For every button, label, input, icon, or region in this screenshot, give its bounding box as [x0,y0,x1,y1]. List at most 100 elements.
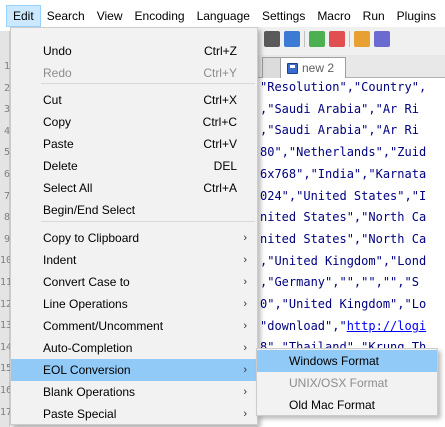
menu-item-label: Cut [43,93,62,107]
menu-item-label: Line Operations [43,297,128,311]
menu-plugins[interactable]: Plugins [391,6,442,26]
menu-item-label: EOL Conversion [43,363,131,377]
line-number: 14 [0,341,13,353]
submenu-item-unix-osx-format[interactable]: UNIX/OSX Format [257,372,437,394]
menu-item-indent[interactable]: Indent › [11,249,257,271]
chevron-right-icon: › [243,342,247,354]
toolbar-separator [304,31,305,47]
line-number: 16 [0,385,13,396]
wrap-icon[interactable] [374,31,390,47]
toolbar-separator [349,31,350,47]
menu-item-paste[interactable]: Paste Ctrl+V [11,133,257,155]
menu-item-begin-end-select[interactable]: Begin/End Select [11,199,257,221]
menu-run[interactable]: Run [357,6,391,26]
tab-strip: new 2 [258,55,445,78]
menu-item-line-operations[interactable]: Line Operations › [11,293,257,315]
zoom-in-icon[interactable] [309,31,325,47]
submenu-item-old-mac-format[interactable]: Old Mac Format [257,394,437,416]
code-line: 0","United Kingdom","Lo [260,297,427,311]
menu-item-label: Redo [43,66,72,80]
menu-item-shortcut: Ctrl+C [202,115,237,129]
menu-item-label: Paste [43,137,74,151]
menu-item-shortcut: Ctrl+V [203,137,237,151]
find-replace-icon[interactable] [284,31,300,47]
menu-item-redo[interactable]: Redo Ctrl+Y [11,62,257,84]
menu-item-select-all[interactable]: Select All Ctrl+A [11,177,257,199]
line-number: 12 [0,298,13,310]
menu-item-convert-case-to[interactable]: Convert Case to › [11,271,257,293]
chevron-right-icon: › [243,408,247,420]
chevron-right-icon: › [243,364,247,376]
line-number: 3 [3,104,10,116]
menu-item-label: Blank Operations [43,385,136,399]
tab-new-2[interactable]: new 2 [280,57,346,78]
line-number: 11 [0,277,13,288]
code-line: ,"Saudi Arabia","Ar Ri [260,101,419,116]
code-line: ,"United Kingdom","Lond [260,253,427,268]
menu-item-copy[interactable]: Copy Ctrl+C [11,111,257,133]
menu-item-auto-completion[interactable]: Auto-Completion › [11,337,257,359]
line-number: 7 [3,190,10,202]
zoom-out-icon[interactable] [329,31,345,47]
line-number: 13 [0,320,13,332]
menu-item-copy-to-clipboard[interactable]: Copy to Clipboard › [11,227,257,249]
sync-scroll-icon[interactable] [354,31,370,47]
menu-item-paste-special[interactable]: Paste Special › [11,403,257,425]
line-number-gutter: 123456789101112131415161718 [0,31,13,427]
code-line: 6x768","India","Karnata [260,166,427,181]
line-number: 10 [0,255,13,267]
submenu-item-label: Old Mac Format [289,398,376,412]
code-line: ,"Germany","","","","S [260,275,419,290]
menu-item-cut[interactable]: Cut Ctrl+X [11,89,257,111]
menu-item-label: Comment/Uncomment [43,319,164,333]
code-line: 80","Netherlands","Zuid [260,145,427,160]
menu-item-undo[interactable]: Undo Ctrl+Z [11,40,257,62]
menu-item-label: Copy [43,115,72,129]
menu-encoding[interactable]: Encoding [129,6,191,26]
submenu-item-windows-format[interactable]: Windows Format [257,350,437,372]
edit-menu-dropdown: Undo Ctrl+Z Redo Ctrl+Y Cut Ctrl+X Copy Ctrl+C P… [10,27,258,425]
menu-settings[interactable]: Settings [256,6,311,26]
line-number: 6 [3,169,10,180]
menu-language[interactable]: Language [191,6,256,26]
submenu-item-label: UNIX/OSX Format [289,376,388,390]
menu-edit[interactable]: Edit [6,4,41,27]
menu-search[interactable]: Search [41,6,91,26]
menu-item-delete[interactable]: Delete DEL [11,155,257,177]
menu-item-label: Convert Case to [43,275,130,289]
menu-item-label: Paste Special [43,407,117,421]
save-disk-icon [287,62,298,74]
chevron-right-icon: › [243,386,247,398]
chevron-right-icon: › [243,276,247,288]
code-line: nited States","North Ca [260,210,427,225]
menu-item-label: Delete [43,159,78,173]
menu-item-eol-conversion[interactable]: EOL Conversion › [11,359,257,381]
menu-item-label: Begin/End Select [43,203,136,217]
line-number: 2 [3,82,10,94]
menu-view[interactable]: View [91,6,129,26]
menu-item-label: Auto-Completion [43,341,133,355]
menu-item-shortcut: Ctrl+X [203,93,237,107]
chevron-right-icon: › [243,232,247,244]
hyperlink-text[interactable]: http://logi [347,319,426,333]
code-line: 024","United States","I [260,188,427,203]
menu-item-comment-uncomment[interactable]: Comment/Uncomment › [11,315,257,337]
menu-item-label: Copy to Clipboard [43,231,140,245]
menu-separator [41,221,255,222]
menu-item-shortcut: Ctrl+A [203,181,237,195]
line-number: 4 [3,125,10,137]
menu-item-shortcut: Ctrl+Z [204,44,237,58]
printer-icon[interactable] [264,31,280,47]
code-line: "Resolution","Country", [260,80,427,94]
line-number: 15 [0,363,13,375]
line-number: 9 [3,233,10,245]
menu-item-blank-operations[interactable]: Blank Operations › [11,381,257,403]
code-line: "download","http://logi [260,318,427,333]
menu-item-label: Undo [43,44,72,58]
menu-item-label: Indent [43,253,77,267]
code-line: ,"Saudi Arabia","Ar Ri [260,123,419,138]
line-number: 1 [3,61,10,72]
menu-macro[interactable]: Macro [311,6,356,26]
line-number: 17 [0,406,13,418]
menu-item-shortcut: Ctrl+Y [203,66,237,80]
